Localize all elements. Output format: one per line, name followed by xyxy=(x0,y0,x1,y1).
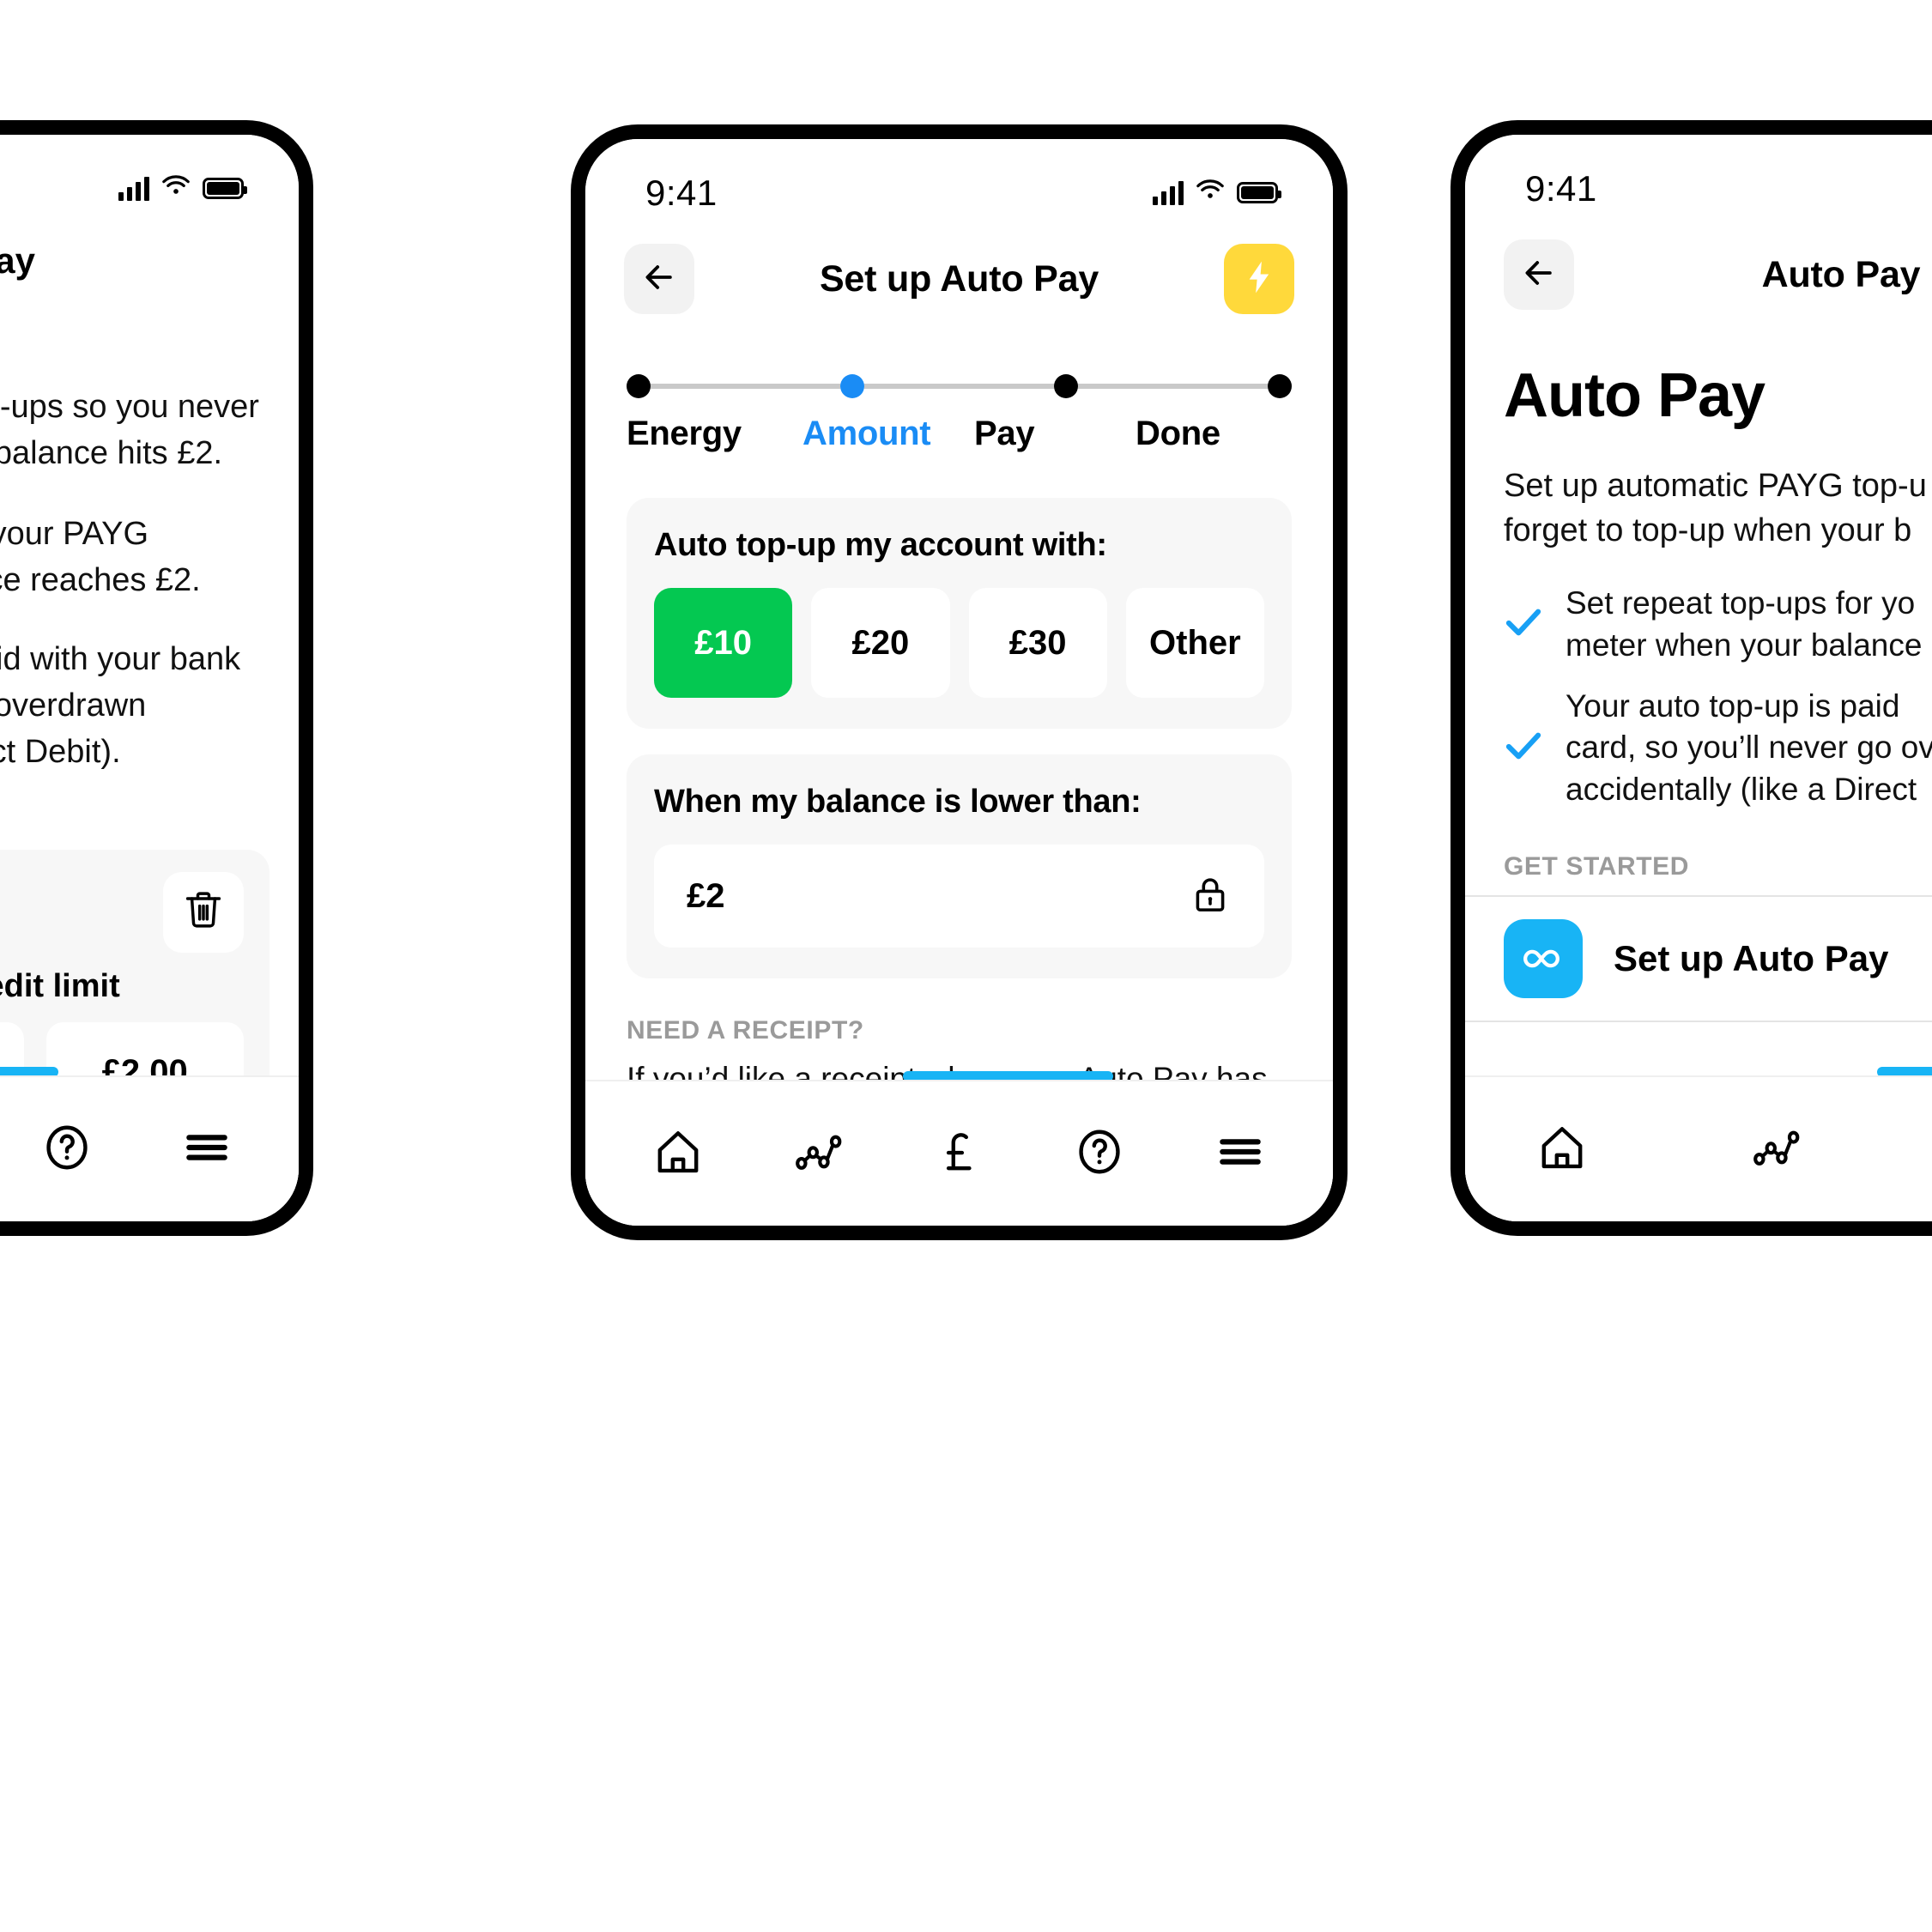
credit-limit-label: Credit limit xyxy=(0,967,120,1004)
amount-option-other[interactable]: Other xyxy=(1125,588,1264,698)
center-app-bar: Set up Auto Pay xyxy=(585,221,1333,322)
step-line-2 xyxy=(864,384,1054,389)
usage-graph-icon xyxy=(1750,1121,1803,1178)
benefit-item: Set repeat top-ups for yo meter when you… xyxy=(1504,583,1932,667)
left-paragraph-2: op-ups for your PAYG your balance reache… xyxy=(0,515,201,598)
benefit-text: Set repeat top-ups for yo meter when you… xyxy=(1566,584,1923,663)
right-intro: Set up automatic PAYG top-u forget to to… xyxy=(1504,468,1927,549)
tab-pay[interactable] xyxy=(911,1111,1006,1196)
trash-icon xyxy=(181,887,226,936)
amount-option-20[interactable]: £20 xyxy=(811,588,950,698)
tab-usage[interactable] xyxy=(772,1111,866,1196)
check-icon xyxy=(1504,730,1543,766)
infinity-icon xyxy=(1504,919,1583,999)
menu-icon xyxy=(180,1121,233,1178)
menu-icon xyxy=(1214,1125,1267,1183)
right-body: Auto Pay Auto Pay Set up automatic PAYG … xyxy=(1465,216,1932,1221)
tab-help[interactable] xyxy=(20,1106,114,1192)
center-tab-bar xyxy=(585,1080,1333,1226)
back-button[interactable] xyxy=(1504,239,1574,310)
step-line-1 xyxy=(651,384,840,389)
tab-home[interactable] xyxy=(1515,1106,1609,1192)
back-arrow-icon xyxy=(640,258,678,300)
benefit-item: Your auto top-up is paid card, so you’ll… xyxy=(1504,686,1932,811)
topup-amount-card: Auto top-up my account with: £10 £20 £30… xyxy=(627,498,1292,729)
right-app-bar: Auto Pay xyxy=(1465,216,1932,318)
cellular-signal-icon xyxy=(1153,180,1184,205)
right-status-bar: 9:41 xyxy=(1465,135,1932,216)
check-icon xyxy=(1504,606,1543,643)
left-paragraph-3: op-up is paid with your bank ll never go… xyxy=(0,640,241,770)
usage-graph-icon xyxy=(792,1125,845,1183)
amount-option-10[interactable]: £10 xyxy=(654,588,793,698)
right-status-time: 9:41 xyxy=(1525,167,1597,209)
right-heading: Auto Pay xyxy=(1504,361,1765,430)
balance-threshold-title: When my balance is lower than: xyxy=(654,784,1142,820)
tab-usage[interactable] xyxy=(1729,1106,1824,1192)
left-paragraph-1: c PAYG top-ups so you never when your ba… xyxy=(0,389,259,471)
right-screen: 9:41 Auto Pay Auto Pay Set up automatic … xyxy=(1465,135,1932,1221)
step-label-done: Done xyxy=(1136,415,1220,452)
step-dot-pay[interactable] xyxy=(1054,374,1078,398)
left-tab-bar xyxy=(0,1075,299,1221)
phone-right: 9:41 Auto Pay Auto Pay Set up automatic … xyxy=(1451,120,1932,1236)
balance-threshold-value: £2 xyxy=(687,876,725,915)
phone-left: Auto Pay c PAYG top-ups so you never whe… xyxy=(0,120,313,1236)
set-up-auto-pay-row[interactable]: Set up Auto Pay xyxy=(1465,895,1932,1023)
topup-amount-title: Auto top-up my account with: xyxy=(654,527,1107,563)
step-line-3 xyxy=(1078,384,1268,389)
battery-icon xyxy=(1237,182,1281,203)
screenshot-stage: Auto Pay c PAYG top-ups so you never whe… xyxy=(0,0,1932,1932)
right-page-title: Auto Pay xyxy=(1761,253,1921,295)
cellular-signal-icon xyxy=(118,176,149,201)
stepper-track xyxy=(627,372,1292,401)
step-dot-done[interactable] xyxy=(1268,374,1292,398)
pound-icon xyxy=(932,1125,985,1183)
lightning-bolt-icon xyxy=(1240,258,1278,300)
tab-home[interactable] xyxy=(631,1111,725,1196)
center-page-title: Set up Auto Pay xyxy=(819,257,1099,300)
wifi-icon xyxy=(1196,179,1225,206)
phone-center: 9:41 Set up Auto Pay Energy Amount Pay D… xyxy=(571,124,1348,1240)
get-started-eyebrow: GET STARTED xyxy=(1504,852,1690,881)
help-circle-icon xyxy=(40,1121,94,1178)
setup-stepper: Energy Amount Pay Done xyxy=(585,322,1333,453)
benefit-text: Your auto top-up is paid card, so you’ll… xyxy=(1566,687,1932,808)
step-dot-energy[interactable] xyxy=(627,374,651,398)
back-arrow-icon xyxy=(1520,254,1558,296)
tab-menu[interactable] xyxy=(1193,1111,1287,1196)
home-icon xyxy=(1535,1121,1589,1178)
center-status-time: 9:41 xyxy=(645,172,718,213)
lock-icon xyxy=(1189,873,1232,920)
benefits-list: Set repeat top-ups for yo meter when you… xyxy=(1465,554,1932,811)
wifi-icon xyxy=(161,175,191,202)
topup-amount-options: £10 £20 £30 Other xyxy=(654,588,1264,698)
step-dot-amount[interactable] xyxy=(840,374,864,398)
left-page-title: Auto Pay xyxy=(0,240,36,281)
delete-button[interactable] xyxy=(163,871,244,953)
boost-button[interactable] xyxy=(1224,244,1294,314)
tab-help[interactable] xyxy=(1052,1111,1147,1196)
center-status-icons xyxy=(1153,179,1281,206)
step-label-pay: Pay xyxy=(974,415,1035,452)
step-label-energy: Energy xyxy=(627,415,742,452)
battery-icon xyxy=(203,178,247,199)
step-label-amount: Amount xyxy=(802,415,931,452)
left-status-icons xyxy=(118,175,247,202)
stepper-labels: Energy Amount Pay Done xyxy=(627,415,1292,453)
balance-threshold-field[interactable]: £2 xyxy=(654,845,1264,948)
receipt-eyebrow: NEED A RECEIPT? xyxy=(627,1016,864,1045)
center-screen: 9:41 Set up Auto Pay Energy Amount Pay D… xyxy=(585,139,1333,1226)
back-button[interactable] xyxy=(624,244,694,314)
center-status-bar: 9:41 xyxy=(585,139,1333,221)
home-icon xyxy=(651,1125,705,1183)
help-circle-icon xyxy=(1073,1125,1126,1183)
left-status-bar xyxy=(0,135,299,216)
set-up-auto-pay-label: Set up Auto Pay xyxy=(1614,938,1889,979)
right-tab-bar xyxy=(1465,1075,1932,1221)
amount-option-30[interactable]: £30 xyxy=(968,588,1107,698)
tab-menu[interactable] xyxy=(160,1106,254,1192)
balance-threshold-card: When my balance is lower than: £2 xyxy=(627,754,1292,978)
left-screen: Auto Pay c PAYG top-ups so you never whe… xyxy=(0,135,299,1221)
